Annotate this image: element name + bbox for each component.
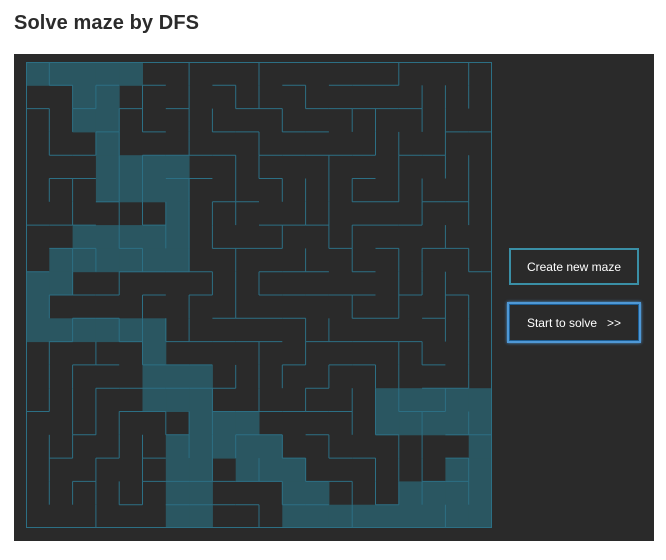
- start-to-solve-label: Start to solve: [526, 315, 597, 330]
- visited-cell: [189, 458, 213, 482]
- visited-cell: [95, 318, 120, 343]
- visited-cell: [189, 411, 213, 436]
- visited-cell: [72, 85, 97, 110]
- visited-cell: [165, 225, 190, 249]
- visited-cell: [468, 504, 492, 528]
- visited-cell: [142, 178, 167, 203]
- visited-cell: [375, 411, 400, 436]
- visited-cell: [142, 388, 167, 412]
- visited-cell: [142, 318, 167, 343]
- visited-cell: [305, 504, 330, 528]
- visited-cell: [422, 504, 446, 528]
- visited-cell: [165, 434, 190, 459]
- visited-cell: [468, 434, 492, 459]
- visited-cell: [119, 225, 143, 249]
- visited-cell: [95, 155, 120, 179]
- visited-cell: [468, 388, 492, 412]
- visited-cell: [375, 504, 400, 528]
- visited-cell: [26, 62, 50, 86]
- visited-cell: [165, 201, 190, 226]
- visited-cell: [282, 458, 307, 482]
- visited-cell: [26, 271, 50, 296]
- visited-cell: [72, 248, 97, 273]
- visited-cell: [398, 411, 423, 436]
- visited-cell: [95, 131, 120, 156]
- visited-cell: [422, 481, 446, 506]
- visited-cell: [165, 364, 190, 389]
- visited-cell: [445, 504, 470, 528]
- visited-cell: [468, 458, 492, 482]
- visited-cell: [259, 458, 283, 482]
- visited-cell: [445, 388, 470, 412]
- start-to-solve-button[interactable]: Start to solve >>: [507, 302, 641, 343]
- visited-cell: [119, 178, 143, 203]
- visited-cell: [72, 108, 97, 133]
- visited-cell: [328, 504, 353, 528]
- visited-cell: [119, 318, 143, 343]
- visited-cell: [189, 364, 213, 389]
- visited-cell: [235, 458, 260, 482]
- visited-cell: [165, 481, 190, 506]
- visited-cell: [142, 225, 167, 249]
- visited-cell: [95, 248, 120, 273]
- visited-cell: [142, 248, 167, 273]
- visited-cell: [49, 271, 74, 296]
- visited-cell: [142, 364, 167, 389]
- visited-cell: [468, 411, 492, 436]
- visited-cell: [398, 388, 423, 412]
- visited-cell: [189, 481, 213, 506]
- visited-cell: [212, 434, 237, 459]
- visited-cell: [165, 248, 190, 273]
- double-arrow-icon: >>: [607, 315, 622, 330]
- visited-cell: [49, 62, 74, 86]
- visited-cell: [422, 388, 446, 412]
- visited-cell: [445, 458, 470, 482]
- visited-cell: [119, 248, 143, 273]
- visited-cell: [259, 434, 283, 459]
- visited-cell: [72, 318, 97, 343]
- visited-cell: [189, 388, 213, 412]
- visited-cell: [189, 504, 213, 528]
- visited-cell: [72, 62, 97, 86]
- visited-cell: [26, 318, 50, 343]
- visited-cell: [142, 341, 167, 366]
- visited-cell: [26, 295, 50, 319]
- visited-cell: [165, 504, 190, 528]
- visited-cell: [165, 155, 190, 179]
- visited-cell: [235, 411, 260, 436]
- visited-cell: [445, 481, 470, 506]
- visited-cell: [49, 248, 74, 273]
- visited-cell: [165, 458, 190, 482]
- visited-cell: [468, 481, 492, 506]
- visited-cell: [119, 155, 143, 179]
- visited-cell: [422, 411, 446, 436]
- visited-cell: [95, 62, 120, 86]
- maze-grid: [26, 62, 492, 528]
- visited-cell: [398, 481, 423, 506]
- visited-cell: [189, 434, 213, 459]
- visited-cell: [49, 318, 74, 343]
- visited-cell: [95, 178, 120, 203]
- visited-cell: [305, 481, 330, 506]
- create-new-maze-label: Create new maze: [526, 259, 622, 274]
- visited-cell: [119, 62, 143, 86]
- visited-cell: [235, 434, 260, 459]
- visited-cell: [282, 481, 307, 506]
- page-title: Solve maze by DFS: [14, 12, 200, 34]
- visited-cell: [165, 178, 190, 203]
- visited-cell: [398, 504, 423, 528]
- visited-cell: [445, 411, 470, 436]
- create-new-maze-button[interactable]: Create new maze: [509, 248, 639, 285]
- visited-cell: [352, 504, 376, 528]
- visited-cell: [72, 225, 97, 249]
- visited-cell: [95, 108, 120, 133]
- visited-cell: [375, 388, 400, 412]
- visited-cell: [212, 411, 237, 436]
- visited-cell: [95, 225, 120, 249]
- visited-cell: [142, 155, 167, 179]
- visited-cell: [165, 388, 190, 412]
- visited-cell: [95, 85, 120, 110]
- visited-cell: [282, 504, 307, 528]
